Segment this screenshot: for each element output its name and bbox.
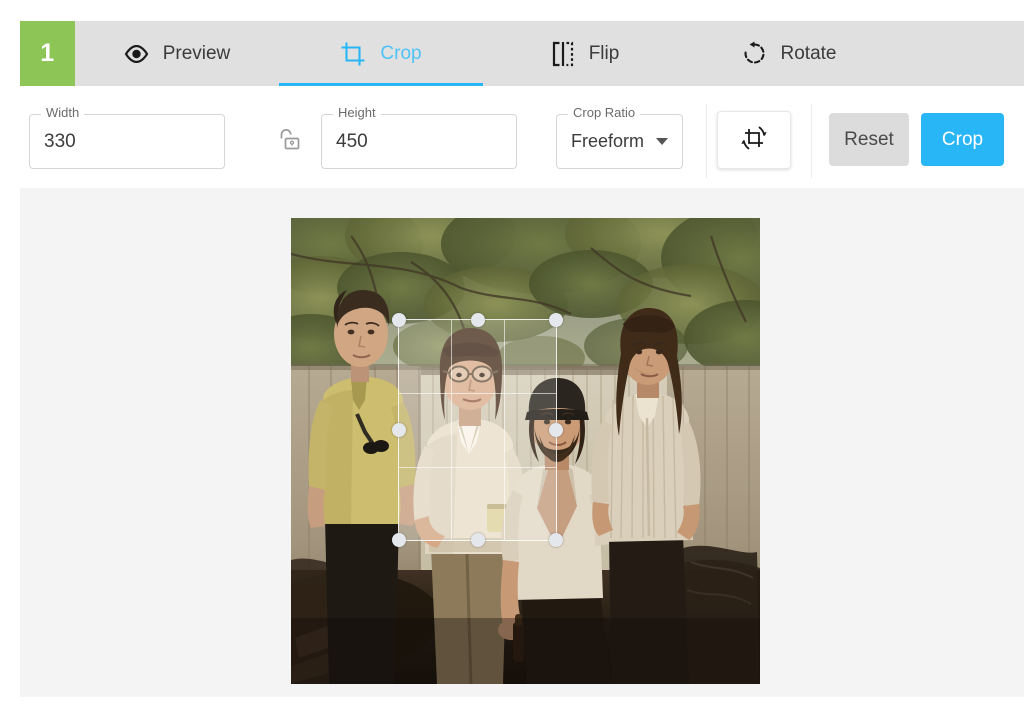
crop-ratio-label: Crop Ratio bbox=[568, 106, 641, 119]
crop-handle-top-left[interactable] bbox=[392, 313, 406, 327]
flip-icon bbox=[551, 41, 575, 67]
width-field[interactable]: Width 330 bbox=[29, 106, 225, 169]
height-field[interactable]: Height 450 bbox=[321, 106, 517, 169]
crop-handle-middle-right[interactable] bbox=[549, 423, 563, 437]
tab-rotate-label: Rotate bbox=[780, 42, 837, 64]
tab-rotate[interactable]: Rotate bbox=[687, 21, 891, 86]
chevron-down-icon bbox=[656, 138, 668, 145]
height-input-value[interactable]: 450 bbox=[336, 131, 368, 153]
editor-canvas bbox=[20, 188, 1024, 697]
step-number-label: 1 bbox=[40, 39, 55, 67]
width-label: Width bbox=[41, 106, 85, 119]
crop-handle-bottom-left[interactable] bbox=[392, 533, 406, 547]
crop-ratio-value: Freeform bbox=[571, 131, 645, 151]
tab-crop-label: Crop bbox=[380, 42, 422, 64]
toolbar-divider-left bbox=[706, 104, 707, 178]
tab-preview-label: Preview bbox=[162, 42, 231, 64]
crop-rotate-icon bbox=[737, 121, 771, 160]
height-label: Height bbox=[333, 106, 381, 119]
editor-tabbar: 1 Preview Crop Flip Rotate bbox=[20, 21, 1024, 86]
image-editor: 1 Preview Crop Flip Rotate Width 330 Hei… bbox=[0, 0, 1024, 717]
tab-flip-label: Flip bbox=[588, 42, 620, 64]
crop-handle-bottom-center[interactable] bbox=[470, 533, 485, 547]
width-input-value[interactable]: 330 bbox=[44, 131, 76, 153]
rotate-icon bbox=[742, 41, 767, 66]
aspect-lock-toggle[interactable] bbox=[268, 122, 308, 162]
crop-rotate-button[interactable] bbox=[717, 111, 791, 169]
toolbar-divider-right bbox=[811, 104, 812, 178]
tab-preview[interactable]: Preview bbox=[75, 21, 279, 86]
crop-ratio-select[interactable]: Crop Ratio Freeform bbox=[556, 106, 683, 169]
crop-handle-bottom-right[interactable] bbox=[549, 533, 563, 547]
step-number-badge: 1 bbox=[20, 21, 75, 86]
crop-handle-middle-left[interactable] bbox=[392, 423, 406, 437]
crop-handle-top-center[interactable] bbox=[470, 313, 485, 327]
tab-list: Preview Crop Flip Rotate bbox=[75, 21, 1024, 86]
tab-flip[interactable]: Flip bbox=[483, 21, 687, 86]
source-photo bbox=[291, 218, 760, 684]
unlock-icon bbox=[274, 126, 302, 158]
crop-button[interactable]: Crop bbox=[921, 113, 1004, 166]
crop-handle-top-right[interactable] bbox=[549, 313, 563, 327]
eye-icon bbox=[124, 44, 149, 63]
image-preview[interactable] bbox=[291, 218, 760, 684]
tab-crop[interactable]: Crop bbox=[279, 21, 483, 86]
crop-icon bbox=[340, 41, 366, 67]
reset-button[interactable]: Reset bbox=[829, 113, 909, 166]
